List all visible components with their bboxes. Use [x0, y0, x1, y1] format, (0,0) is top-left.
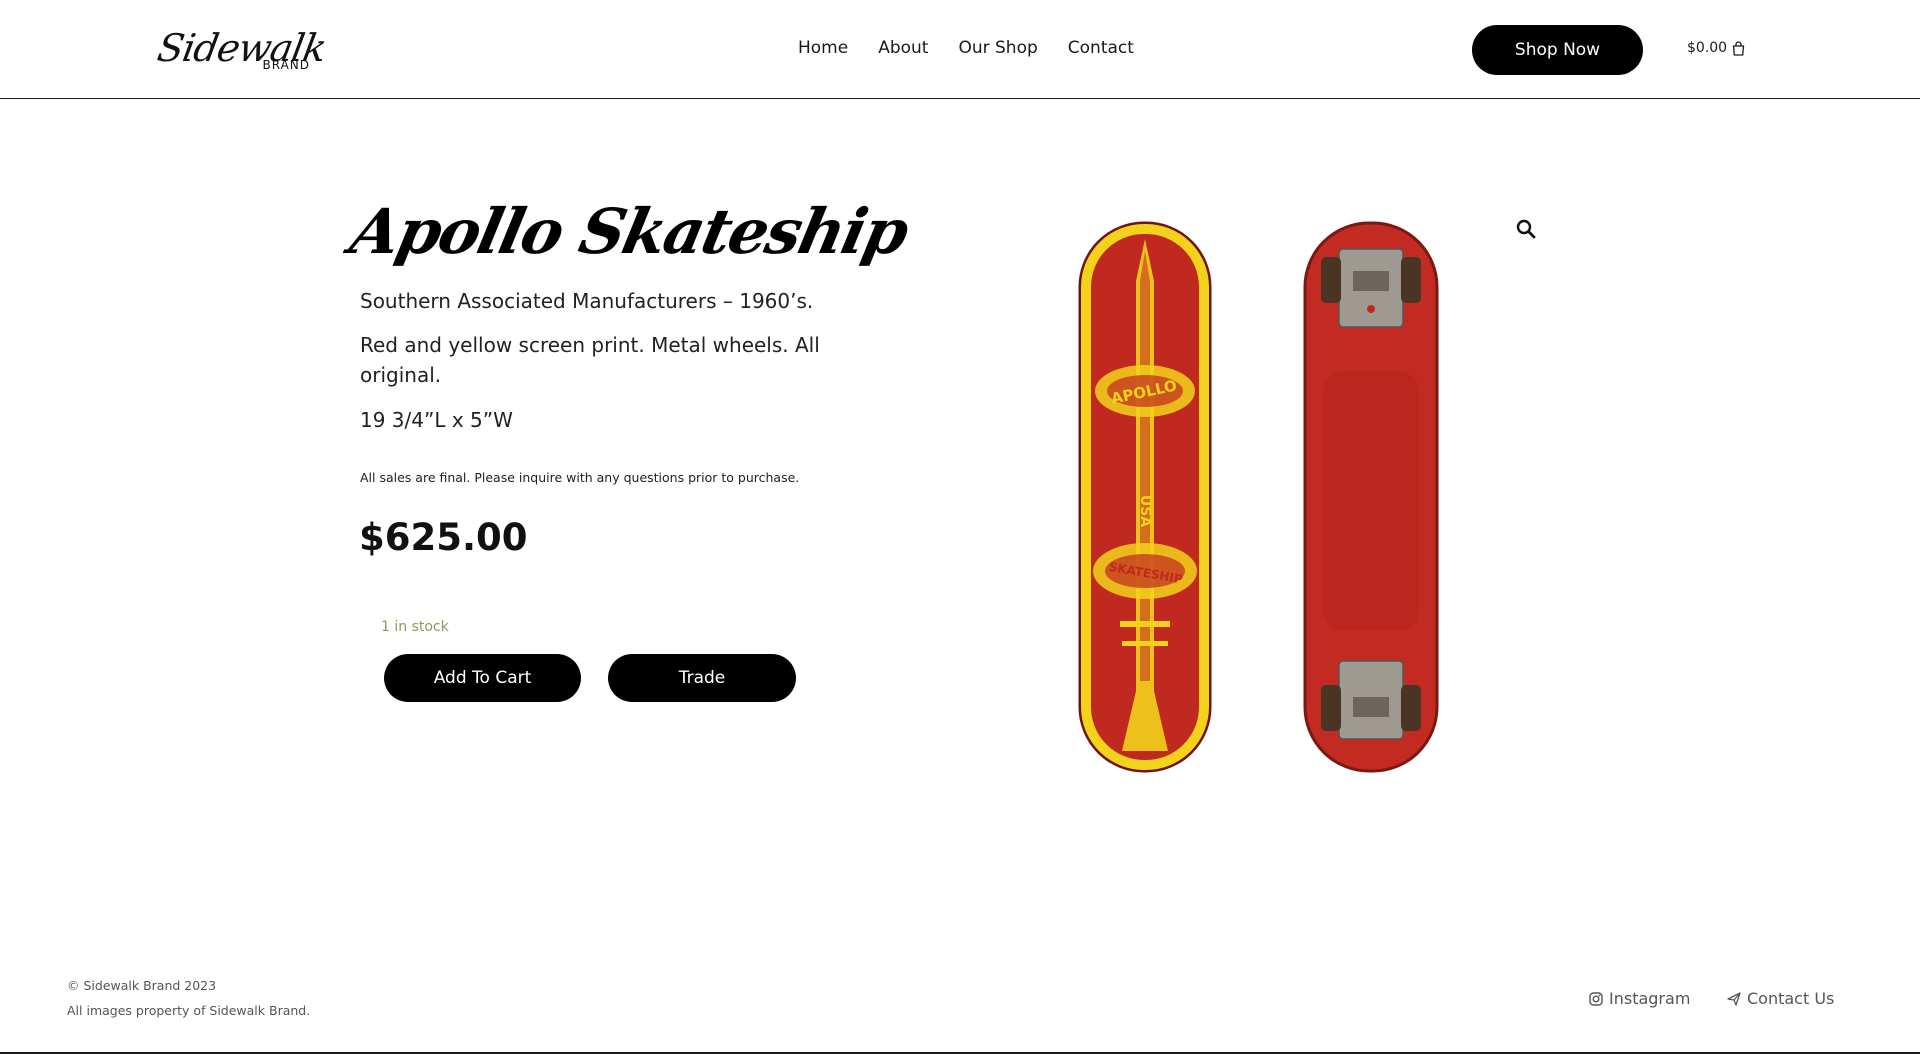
cart-link[interactable]: $0.00	[1687, 40, 1745, 56]
nav-home[interactable]: Home	[798, 38, 848, 58]
footer-copyright: © Sidewalk Brand 2023	[67, 978, 217, 993]
instagram-icon	[1589, 991, 1603, 1006]
logo-subtitle: BRAND	[262, 58, 310, 72]
product-title: Apollo Skateship	[344, 195, 914, 268]
paper-plane-icon	[1727, 991, 1741, 1006]
shop-now-button[interactable]: Shop Now	[1472, 25, 1643, 75]
cart-total: $0.00	[1687, 40, 1728, 56]
add-to-cart-button[interactable]: Add To Cart	[384, 654, 581, 702]
board-text-usa: USA	[1137, 495, 1153, 527]
main-nav: Home About Our Shop Contact	[798, 38, 1134, 58]
contact-us-link[interactable]: Contact Us	[1727, 989, 1834, 1008]
magnifier-icon[interactable]	[1516, 219, 1536, 239]
skateboard-back-image	[1303, 221, 1439, 773]
product-price: $625.00	[359, 516, 528, 559]
shopping-bag-icon	[1732, 40, 1745, 56]
nav-contact[interactable]: Contact	[1068, 38, 1134, 58]
brand-logo[interactable]: Sidewalk BRAND	[154, 22, 329, 74]
site-header: Sidewalk BRAND Home About Our Shop Conta…	[0, 0, 1920, 99]
product-dimensions: 19 3/4”L x 5”W	[360, 408, 513, 432]
product-maker: Southern Associated Manufacturers – 1960…	[360, 289, 814, 313]
nav-our-shop[interactable]: Our Shop	[958, 38, 1037, 58]
skateboard-front-image: APOLLO USA SKATESHIP	[1078, 221, 1212, 773]
product-description: Red and yellow screen print. Metal wheel…	[360, 333, 820, 387]
sales-note: All sales are final. Please inquire with…	[360, 470, 800, 485]
instagram-link[interactable]: Instagram	[1589, 989, 1690, 1008]
stock-status: 1 in stock	[381, 619, 449, 635]
footer-rights: All images property of Sidewalk Brand.	[67, 1003, 311, 1018]
nav-about[interactable]: About	[878, 38, 928, 58]
contact-us-label: Contact Us	[1747, 989, 1835, 1008]
instagram-label: Instagram	[1609, 989, 1691, 1008]
trade-button[interactable]: Trade	[608, 654, 796, 702]
